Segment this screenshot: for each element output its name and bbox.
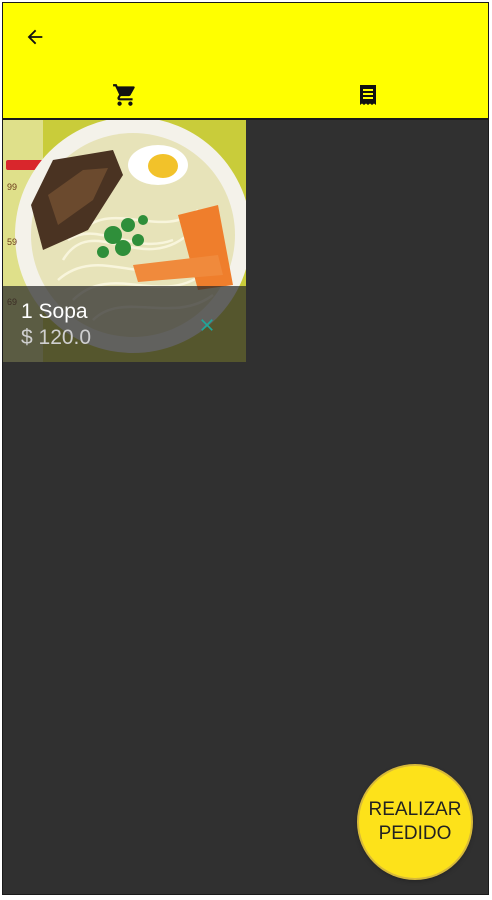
close-icon [201, 319, 213, 331]
cart-item-card[interactable]: 99 59 69 1 Sopa $ 120.0 [3, 120, 246, 362]
place-order-label-line2: PEDIDO [378, 823, 452, 844]
arrow-back-icon [27, 29, 43, 45]
remove-item-button[interactable] [194, 312, 220, 338]
app-screen: 99 59 69 1 Sopa $ 120.0 REALIZAR PEDIDO [2, 2, 489, 895]
place-order-label: REALIZAR PEDIDO [365, 798, 465, 846]
place-order-label-line1: REALIZAR [368, 799, 462, 820]
tab-cart[interactable] [3, 71, 246, 121]
tab-orders[interactable] [246, 71, 489, 119]
svg-text:59: 59 [7, 237, 17, 247]
item-price: $ 120.0 [21, 326, 92, 349]
place-order-button[interactable]: REALIZAR PEDIDO [359, 766, 471, 878]
app-bar [3, 3, 489, 121]
receipt-list-icon [359, 85, 376, 105]
shopping-cart-icon [112, 84, 135, 106]
item-title: 1 Sopa [21, 300, 88, 323]
svg-text:99: 99 [7, 182, 17, 192]
back-button[interactable] [17, 19, 53, 55]
